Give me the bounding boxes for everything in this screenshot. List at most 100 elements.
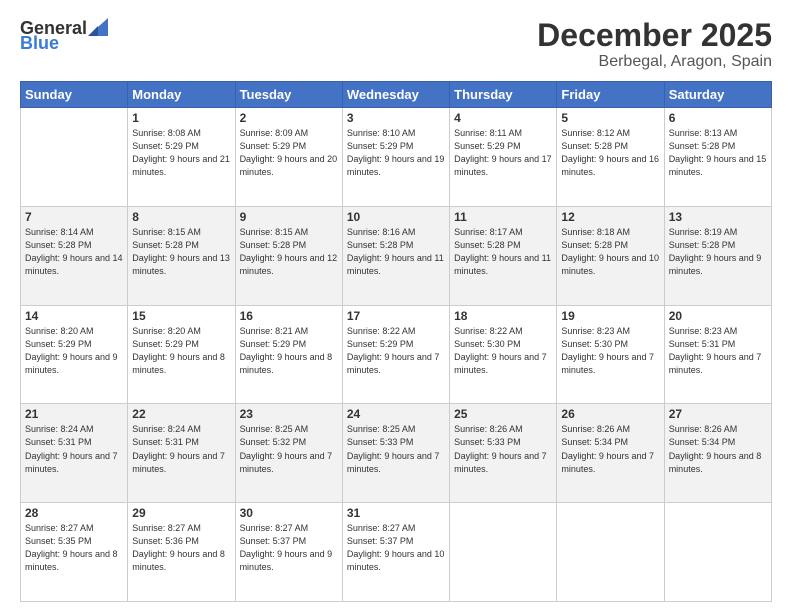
calendar-cell: 7 Sunrise: 8:14 AMSunset: 5:28 PMDaylight… (21, 206, 128, 305)
day-info: Sunrise: 8:27 AMSunset: 5:37 PMDaylight:… (347, 522, 445, 574)
day-info: Sunrise: 8:20 AMSunset: 5:29 PMDaylight:… (25, 325, 123, 377)
day-info: Sunrise: 8:15 AMSunset: 5:28 PMDaylight:… (240, 226, 338, 278)
day-info: Sunrise: 8:20 AMSunset: 5:29 PMDaylight:… (132, 325, 230, 377)
day-number: 14 (25, 309, 123, 323)
calendar-cell: 10 Sunrise: 8:16 AMSunset: 5:28 PMDayligh… (342, 206, 449, 305)
calendar-cell: 18 Sunrise: 8:22 AMSunset: 5:30 PMDayligh… (450, 305, 557, 404)
day-info: Sunrise: 8:19 AMSunset: 5:28 PMDaylight:… (669, 226, 767, 278)
calendar-cell: 16 Sunrise: 8:21 AMSunset: 5:29 PMDayligh… (235, 305, 342, 404)
day-number: 31 (347, 506, 445, 520)
calendar-cell: 15Sunrise: 8:20 AMSunset: 5:29 PMDayligh… (128, 305, 235, 404)
calendar-cell: 9 Sunrise: 8:15 AMSunset: 5:28 PMDaylight… (235, 206, 342, 305)
day-info: Sunrise: 8:25 AMSunset: 5:33 PMDaylight:… (347, 423, 445, 475)
day-number: 3 (347, 111, 445, 125)
day-info: Sunrise: 8:24 AMSunset: 5:31 PMDaylight:… (25, 423, 123, 475)
day-number: 6 (669, 111, 767, 125)
calendar-cell: 25 Sunrise: 8:26 AMSunset: 5:33 PMDayligh… (450, 404, 557, 503)
day-number: 23 (240, 407, 338, 421)
calendar-cell (557, 503, 664, 602)
day-info: Sunrise: 8:22 AMSunset: 5:29 PMDaylight:… (347, 325, 445, 377)
day-number: 25 (454, 407, 552, 421)
day-number: 2 (240, 111, 338, 125)
day-info: Sunrise: 8:11 AMSunset: 5:29 PMDaylight:… (454, 127, 552, 179)
page: General Blue December 2025 Berbegal, Ara… (0, 0, 792, 612)
day-info: Sunrise: 8:26 AMSunset: 5:34 PMDaylight:… (561, 423, 659, 475)
weekday-header: Monday (128, 82, 235, 108)
calendar-cell: 29Sunrise: 8:27 AMSunset: 5:36 PMDayligh… (128, 503, 235, 602)
calendar-cell (450, 503, 557, 602)
day-number: 12 (561, 210, 659, 224)
day-number: 10 (347, 210, 445, 224)
day-number: 28 (25, 506, 123, 520)
weekday-header: Friday (557, 82, 664, 108)
day-info: Sunrise: 8:25 AMSunset: 5:32 PMDaylight:… (240, 423, 338, 475)
calendar-cell: 3 Sunrise: 8:10 AMSunset: 5:29 PMDaylight… (342, 108, 449, 207)
calendar-cell: 4 Sunrise: 8:11 AMSunset: 5:29 PMDaylight… (450, 108, 557, 207)
day-info: Sunrise: 8:10 AMSunset: 5:29 PMDaylight:… (347, 127, 445, 179)
calendar-cell: 8 Sunrise: 8:15 AMSunset: 5:28 PMDaylight… (128, 206, 235, 305)
calendar-cell: 14 Sunrise: 8:20 AMSunset: 5:29 PMDayligh… (21, 305, 128, 404)
day-info: Sunrise: 8:27 AMSunset: 5:37 PMDaylight:… (240, 522, 338, 574)
calendar-cell: 12 Sunrise: 8:18 AMSunset: 5:28 PMDayligh… (557, 206, 664, 305)
day-number: 5 (561, 111, 659, 125)
day-info: Sunrise: 8:18 AMSunset: 5:28 PMDaylight:… (561, 226, 659, 278)
calendar-cell: 19 Sunrise: 8:23 AMSunset: 5:30 PMDayligh… (557, 305, 664, 404)
day-info: Sunrise: 8:13 AMSunset: 5:28 PMDaylight:… (669, 127, 767, 179)
calendar-week-row: 7 Sunrise: 8:14 AMSunset: 5:28 PMDaylight… (21, 206, 772, 305)
title-block: December 2025 Berbegal, Aragon, Spain (537, 18, 772, 71)
calendar-week-row: 1Sunrise: 8:08 AMSunset: 5:29 PMDaylight… (21, 108, 772, 207)
calendar-cell: 30 Sunrise: 8:27 AMSunset: 5:37 PMDayligh… (235, 503, 342, 602)
calendar-cell: 6 Sunrise: 8:13 AMSunset: 5:28 PMDaylight… (664, 108, 771, 207)
weekday-header: Saturday (664, 82, 771, 108)
calendar-header-row: SundayMondayTuesdayWednesdayThursdayFrid… (21, 82, 772, 108)
day-info: Sunrise: 8:23 AMSunset: 5:30 PMDaylight:… (561, 325, 659, 377)
calendar-cell: 26Sunrise: 8:26 AMSunset: 5:34 PMDayligh… (557, 404, 664, 503)
day-number: 30 (240, 506, 338, 520)
weekday-header: Tuesday (235, 82, 342, 108)
day-info: Sunrise: 8:21 AMSunset: 5:29 PMDaylight:… (240, 325, 338, 377)
calendar-cell: 2 Sunrise: 8:09 AMSunset: 5:29 PMDaylight… (235, 108, 342, 207)
day-info: Sunrise: 8:15 AMSunset: 5:28 PMDaylight:… (132, 226, 230, 278)
calendar-week-row: 14 Sunrise: 8:20 AMSunset: 5:29 PMDayligh… (21, 305, 772, 404)
day-number: 9 (240, 210, 338, 224)
day-info: Sunrise: 8:09 AMSunset: 5:29 PMDaylight:… (240, 127, 338, 179)
calendar-cell (664, 503, 771, 602)
calendar-table: SundayMondayTuesdayWednesdayThursdayFrid… (20, 81, 772, 602)
day-number: 7 (25, 210, 123, 224)
day-number: 4 (454, 111, 552, 125)
day-info: Sunrise: 8:23 AMSunset: 5:31 PMDaylight:… (669, 325, 767, 377)
calendar-cell: 17Sunrise: 8:22 AMSunset: 5:29 PMDayligh… (342, 305, 449, 404)
weekday-header: Sunday (21, 82, 128, 108)
day-info: Sunrise: 8:17 AMSunset: 5:28 PMDaylight:… (454, 226, 552, 278)
calendar-cell: 1Sunrise: 8:08 AMSunset: 5:29 PMDaylight… (128, 108, 235, 207)
day-info: Sunrise: 8:16 AMSunset: 5:28 PMDaylight:… (347, 226, 445, 278)
page-title: December 2025 (537, 18, 772, 53)
day-number: 18 (454, 309, 552, 323)
day-number: 19 (561, 309, 659, 323)
day-number: 13 (669, 210, 767, 224)
day-info: Sunrise: 8:27 AMSunset: 5:36 PMDaylight:… (132, 522, 230, 574)
weekday-header: Thursday (450, 82, 557, 108)
day-number: 27 (669, 407, 767, 421)
header: General Blue December 2025 Berbegal, Ara… (20, 18, 772, 71)
day-number: 8 (132, 210, 230, 224)
day-number: 20 (669, 309, 767, 323)
calendar-cell: 24Sunrise: 8:25 AMSunset: 5:33 PMDayligh… (342, 404, 449, 503)
day-info: Sunrise: 8:26 AMSunset: 5:34 PMDaylight:… (669, 423, 767, 475)
day-info: Sunrise: 8:22 AMSunset: 5:30 PMDaylight:… (454, 325, 552, 377)
weekday-header: Wednesday (342, 82, 449, 108)
day-info: Sunrise: 8:14 AMSunset: 5:28 PMDaylight:… (25, 226, 123, 278)
calendar-cell: 28Sunrise: 8:27 AMSunset: 5:35 PMDayligh… (21, 503, 128, 602)
day-number: 16 (240, 309, 338, 323)
logo-blue: Blue (20, 34, 59, 52)
day-number: 21 (25, 407, 123, 421)
day-info: Sunrise: 8:12 AMSunset: 5:28 PMDaylight:… (561, 127, 659, 179)
day-info: Sunrise: 8:26 AMSunset: 5:33 PMDaylight:… (454, 423, 552, 475)
day-number: 11 (454, 210, 552, 224)
page-subtitle: Berbegal, Aragon, Spain (537, 53, 772, 71)
calendar-cell: 21 Sunrise: 8:24 AMSunset: 5:31 PMDayligh… (21, 404, 128, 503)
calendar-cell: 27 Sunrise: 8:26 AMSunset: 5:34 PMDayligh… (664, 404, 771, 503)
calendar-week-row: 21 Sunrise: 8:24 AMSunset: 5:31 PMDayligh… (21, 404, 772, 503)
day-number: 22 (132, 407, 230, 421)
calendar-cell: 22Sunrise: 8:24 AMSunset: 5:31 PMDayligh… (128, 404, 235, 503)
